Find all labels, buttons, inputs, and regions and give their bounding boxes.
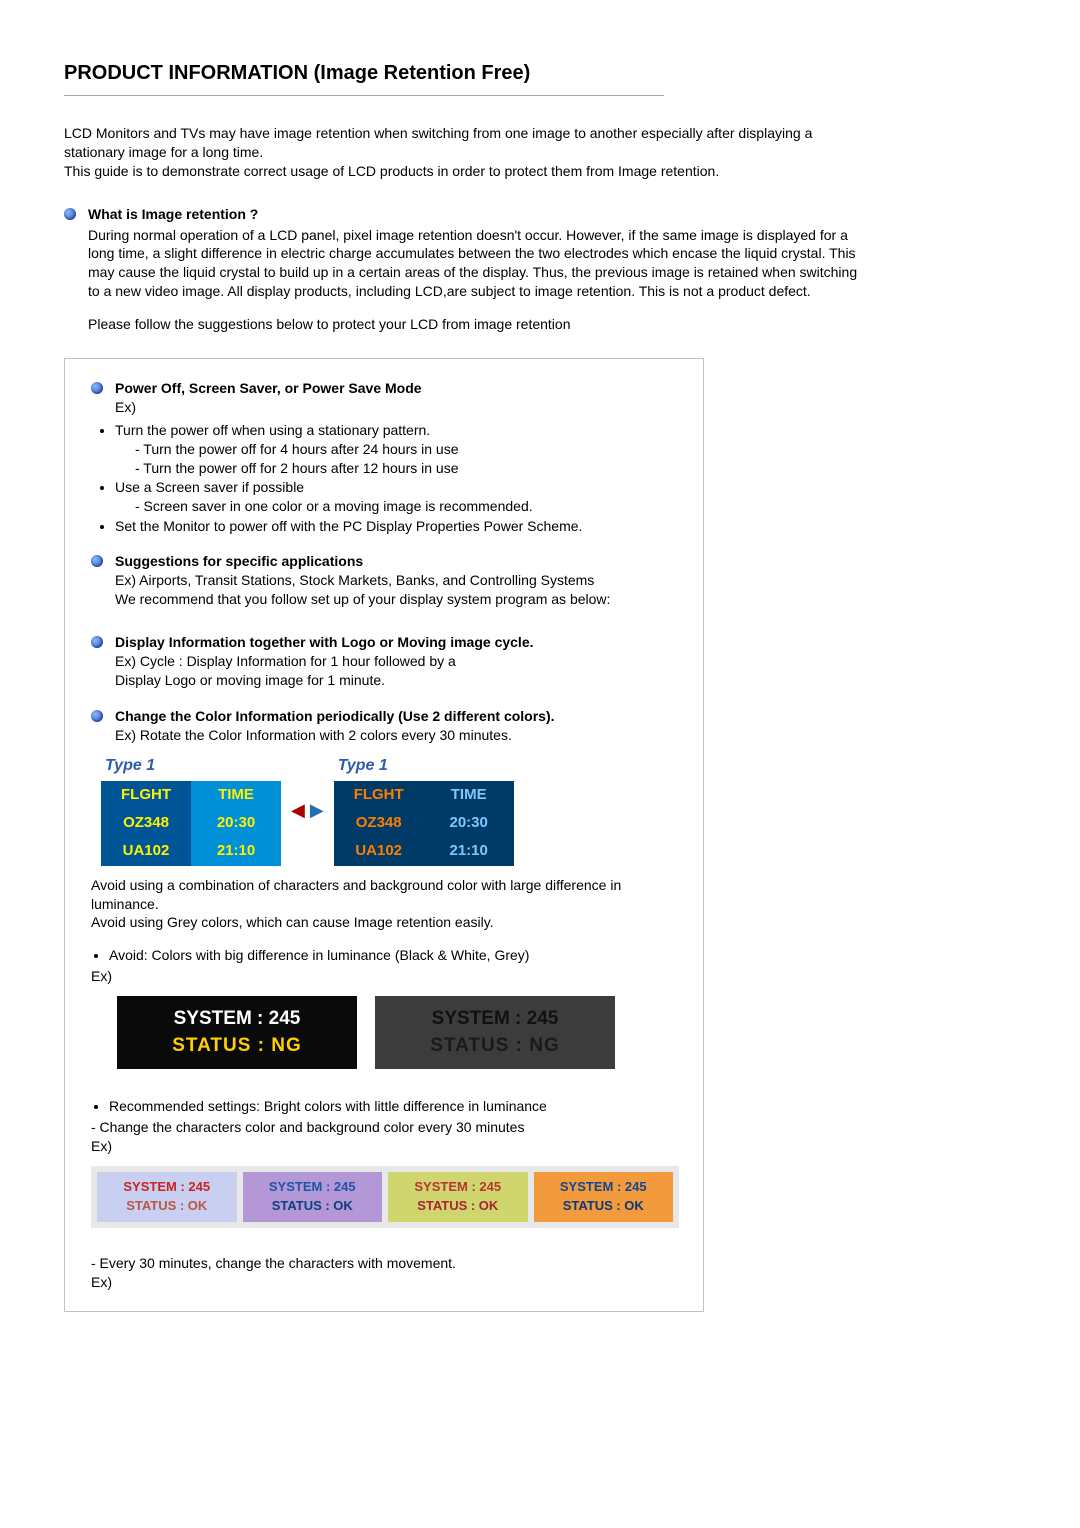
rec-cell: SYSTEM : 245 STATUS : OK	[97, 1172, 237, 1222]
section-power-off: Power Off, Screen Saver, or Power Save M…	[83, 379, 679, 417]
bullet-icon	[91, 710, 103, 722]
recommended-example-row: SYSTEM : 245 STATUS : OK SYSTEM : 245 ST…	[91, 1166, 679, 1228]
cell: OZ348	[334, 809, 424, 837]
rec-line-b: - Change the characters color and backgr…	[83, 1118, 679, 1137]
avoid-block-b: Avoid using Grey colors, which can cause…	[83, 913, 679, 932]
sec-c-line2: Display Logo or moving image for 1 minut…	[115, 671, 679, 690]
cell: UA102	[334, 837, 424, 865]
avoid-example-grey: SYSTEM : 245 STATUS : NG	[375, 996, 615, 1069]
section-body-what-is: During normal operation of a LCD panel, …	[88, 226, 868, 302]
section-head-a: Power Off, Screen Saver, or Power Save M…	[115, 380, 422, 396]
section-change-color: Change the Color Information periodicall…	[83, 707, 679, 745]
list-item: Recommended settings: Bright colors with…	[109, 1097, 679, 1116]
sec-b-line1: Ex) Airports, Transit Stations, Stock Ma…	[115, 571, 679, 590]
cell: 20:30	[191, 809, 281, 837]
list-item: Set the Monitor to power off with the PC…	[115, 517, 679, 536]
cell: 21:10	[424, 837, 514, 865]
intro-line-b: This guide is to demonstrate correct usa…	[64, 163, 719, 179]
suggestion-box: Power Off, Screen Saver, or Power Save M…	[64, 358, 704, 1312]
rec-l1: SYSTEM : 245	[249, 1178, 377, 1197]
line2: STATUS : NG	[395, 1033, 595, 1060]
avoid-example-dark: SYSTEM : 245 STATUS : NG	[117, 996, 357, 1069]
ex-label: Ex)	[83, 1137, 679, 1156]
li-text: Use a Screen saver if possible	[115, 479, 304, 495]
th-flight: FLGHT	[334, 781, 424, 809]
type-label: Type 1	[334, 755, 514, 781]
bullet-icon	[64, 208, 76, 220]
sec-c-line1: Ex) Cycle : Display Information for 1 ho…	[115, 652, 679, 671]
title-divider	[64, 95, 664, 96]
sub-line: - Turn the power off for 4 hours after 2…	[115, 440, 679, 459]
rec-l1: SYSTEM : 245	[103, 1178, 231, 1197]
section-display-cycle: Display Information together with Logo o…	[83, 633, 679, 690]
li-text: Turn the power off when using a stationa…	[115, 422, 430, 438]
th-time: TIME	[424, 781, 514, 809]
section-what-is: What is Image retention ? During normal …	[64, 205, 868, 301]
example-tables: Type 1 FLGHTTIME OZ34820:30 UA10221:10 ◀…	[101, 755, 679, 865]
li-text: Set the Monitor to power off with the PC…	[115, 518, 582, 534]
cell: 20:30	[424, 809, 514, 837]
flight-table-a: Type 1 FLGHTTIME OZ34820:30 UA10221:10	[101, 755, 281, 865]
tail-line-a: - Every 30 minutes, change the character…	[83, 1254, 679, 1273]
rec-l1: SYSTEM : 245	[540, 1178, 668, 1197]
rec-l2: STATUS : OK	[103, 1197, 231, 1216]
rec-l2: STATUS : OK	[394, 1197, 522, 1216]
bullet-icon	[91, 382, 103, 394]
section-specific-apps: Suggestions for specific applications Ex…	[83, 552, 679, 609]
list-item: Use a Screen saver if possible - Screen …	[115, 478, 679, 516]
rec-l2: STATUS : OK	[249, 1197, 377, 1216]
line2: STATUS : NG	[137, 1033, 337, 1060]
sub-line: - Turn the power off for 2 hours after 1…	[115, 459, 679, 478]
th-flight: FLGHT	[101, 781, 191, 809]
cell: 21:10	[191, 837, 281, 865]
swap-arrows-icon: ◀ ▶	[291, 798, 324, 822]
rec-l1: SYSTEM : 245	[394, 1178, 522, 1197]
list-item: Turn the power off when using a stationa…	[115, 421, 679, 478]
ex-label: Ex)	[115, 398, 679, 417]
sec-b-line2: We recommend that you follow set up of y…	[115, 590, 679, 609]
list-item: Avoid: Colors with big difference in lum…	[109, 946, 679, 965]
rec-cell: SYSTEM : 245 STATUS : OK	[243, 1172, 383, 1222]
intro-line-a: LCD Monitors and TVs may have image rete…	[64, 125, 812, 160]
line1: SYSTEM : 245	[137, 1006, 337, 1033]
recommended-list: Recommended settings: Bright colors with…	[83, 1097, 679, 1116]
avoid-example-row: SYSTEM : 245 STATUS : NG SYSTEM : 245 ST…	[117, 996, 679, 1069]
bullet-icon	[91, 555, 103, 567]
th-time: TIME	[191, 781, 281, 809]
line1: SYSTEM : 245	[395, 1006, 595, 1033]
rec-l2: STATUS : OK	[540, 1197, 668, 1216]
rec-cell: SYSTEM : 245 STATUS : OK	[388, 1172, 528, 1222]
flight-table-b: Type 1 FLGHTTIME OZ34820:30 UA10221:10	[334, 755, 514, 865]
cell: UA102	[101, 837, 191, 865]
section-head-what-is: What is Image retention ?	[88, 206, 258, 222]
ex-label: Ex)	[83, 967, 679, 986]
bullet-icon	[91, 636, 103, 648]
page-title: PRODUCT INFORMATION (Image Retention Fre…	[64, 60, 1016, 87]
intro-text: LCD Monitors and TVs may have image rete…	[64, 124, 844, 181]
section-head-b: Suggestions for specific applications	[115, 553, 363, 569]
cell: OZ348	[101, 809, 191, 837]
type-label: Type 1	[101, 755, 281, 781]
follow-text: Please follow the suggestions below to p…	[64, 315, 868, 334]
avoid-list: Avoid: Colors with big difference in lum…	[83, 946, 679, 965]
sub-line: - Screen saver in one color or a moving …	[115, 497, 679, 516]
sec-d-line1: Ex) Rotate the Color Information with 2 …	[115, 726, 679, 745]
avoid-block-a: Avoid using a combination of characters …	[83, 876, 679, 914]
power-off-list: Turn the power off when using a stationa…	[83, 421, 679, 536]
section-head-d: Change the Color Information periodicall…	[115, 708, 555, 724]
ex-label: Ex)	[83, 1273, 679, 1292]
section-head-c: Display Information together with Logo o…	[115, 634, 534, 650]
rec-cell: SYSTEM : 245 STATUS : OK	[534, 1172, 674, 1222]
